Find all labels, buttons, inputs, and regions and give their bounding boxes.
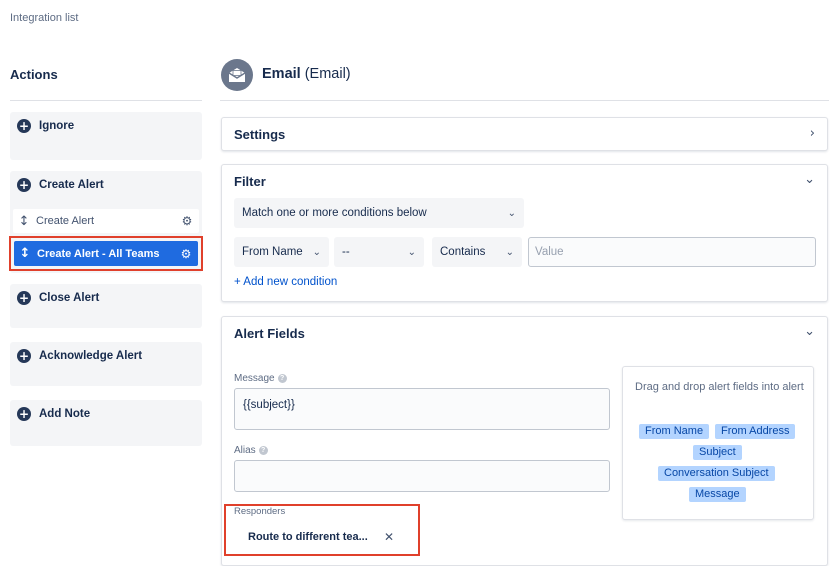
gear-icon[interactable]: ⚙: [178, 247, 194, 261]
rule-create-alert[interactable]: ↕ Create Alert ⚙: [13, 209, 199, 233]
chevron-down-icon[interactable]: ⌄: [804, 324, 815, 339]
drag-handle-icon[interactable]: ↕: [19, 246, 31, 261]
plus-circle-icon[interactable]: +: [17, 407, 31, 421]
chevron-right-icon[interactable]: ›: [810, 126, 815, 141]
add-condition-link[interactable]: + Add new condition: [234, 276, 337, 288]
responder-chip[interactable]: Route to different tea...: [248, 531, 368, 543]
divider: [10, 100, 202, 101]
chevron-down-icon: ⌄: [507, 207, 516, 219]
close-icon[interactable]: ✕: [384, 530, 394, 544]
responders-label: Responders: [234, 506, 286, 517]
page-title: Email (Email): [262, 66, 351, 82]
alias-field[interactable]: [234, 460, 610, 492]
plus-circle-icon[interactable]: +: [17, 349, 31, 363]
action-label: Add Note: [39, 408, 91, 420]
label-text: Message: [234, 373, 275, 384]
settings-panel[interactable]: Settings ›: [221, 117, 828, 151]
actions-heading: Actions: [10, 67, 58, 82]
action-acknowledge-alert[interactable]: + Acknowledge Alert: [10, 342, 202, 386]
condition-operator-select[interactable]: Contains ⌄: [432, 237, 522, 267]
field-tag-from-address[interactable]: From Address: [715, 424, 796, 439]
select-value: Contains: [440, 246, 486, 258]
help-icon[interactable]: ?: [277, 374, 287, 383]
integration-name: Email: [262, 66, 301, 82]
chevron-down-icon: ⌄: [505, 246, 514, 258]
rule-label: Create Alert - All Teams: [37, 247, 160, 260]
drag-handle-icon[interactable]: ↕: [18, 214, 30, 229]
plus-circle-icon[interactable]: +: [17, 119, 31, 133]
integration-type: (Email): [304, 66, 351, 82]
email-integration-icon: [221, 59, 253, 91]
field-tag-subject[interactable]: Subject: [693, 445, 742, 460]
label-text: Alias: [234, 445, 256, 456]
action-label: Close Alert: [39, 292, 100, 304]
input-placeholder: Value: [535, 246, 564, 258]
condition-negate-select[interactable]: -- ⌄: [334, 237, 424, 267]
breadcrumb-integration-list[interactable]: Integration list: [10, 12, 78, 24]
message-label: Message ?: [234, 373, 287, 384]
action-close-alert[interactable]: + Close Alert: [10, 284, 202, 328]
help-icon[interactable]: ?: [258, 446, 268, 455]
filter-title: Filter: [234, 174, 266, 189]
divider: [220, 100, 829, 101]
chevron-down-icon: ⌄: [312, 246, 321, 258]
alert-fields-title: Alert Fields: [234, 326, 305, 341]
chevron-down-icon[interactable]: ⌄: [804, 172, 815, 187]
rule-create-alert-all-teams[interactable]: ↕ Create Alert - All Teams ⚙: [14, 241, 198, 266]
select-value: From Name: [242, 246, 303, 258]
action-label: Create Alert: [39, 179, 104, 191]
drag-drop-hint: Drag and drop alert fields into alert: [635, 381, 804, 393]
action-ignore[interactable]: + Ignore: [10, 112, 202, 160]
condition-value-input[interactable]: Value: [528, 237, 816, 267]
plus-circle-icon[interactable]: +: [17, 178, 31, 192]
gear-icon[interactable]: ⚙: [179, 214, 195, 228]
action-label: Acknowledge Alert: [39, 350, 143, 362]
action-label: Ignore: [39, 120, 75, 132]
action-add-note[interactable]: + Add Note: [10, 400, 202, 446]
field-tag-from-name[interactable]: From Name: [639, 424, 710, 439]
select-value: Match one or more conditions below: [242, 207, 427, 219]
match-conditions-select[interactable]: Match one or more conditions below ⌄: [234, 198, 524, 228]
field-tag-conversation-subject[interactable]: Conversation Subject: [658, 466, 775, 481]
plus-circle-icon[interactable]: +: [17, 291, 31, 305]
settings-title: Settings: [234, 127, 286, 142]
chevron-down-icon: ⌄: [407, 246, 416, 258]
rule-label: Create Alert: [36, 215, 95, 227]
field-value: {{subject}}: [243, 399, 295, 411]
select-value: --: [342, 246, 350, 258]
alias-label: Alias ?: [234, 445, 268, 456]
condition-field-select[interactable]: From Name ⌄: [234, 237, 329, 267]
message-field[interactable]: {{subject}}: [234, 388, 610, 430]
field-tag-message[interactable]: Message: [689, 487, 746, 502]
